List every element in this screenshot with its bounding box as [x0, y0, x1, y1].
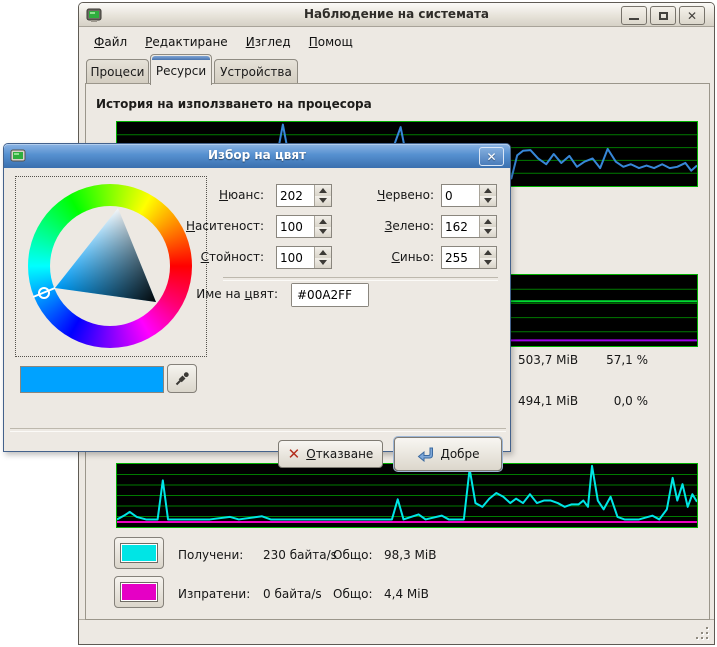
- color-picker-dialog: Избор на цвят ✕: [3, 143, 511, 452]
- close-icon: ✕: [687, 10, 697, 22]
- cpu-section-title: История на използването на процесора: [96, 97, 372, 111]
- received-total-value: 98,3 MiB: [384, 548, 436, 562]
- red-input[interactable]: [442, 185, 479, 206]
- ok-icon: [416, 446, 434, 462]
- red-up-button[interactable]: [480, 185, 496, 196]
- menu-view[interactable]: Изглед: [237, 32, 300, 52]
- dialog-close-button[interactable]: ✕: [479, 147, 504, 166]
- sent-label: Изпратени:: [178, 587, 250, 601]
- received-total-label: Общо:: [333, 548, 373, 562]
- dialog-title: Избор на цвят: [4, 148, 510, 162]
- received-rate: 230 байта/s: [263, 548, 337, 562]
- red-down-button[interactable]: [480, 196, 496, 207]
- tab-devices[interactable]: Устройства: [214, 59, 298, 85]
- cancel-button[interactable]: ✕ Отказване: [278, 440, 383, 468]
- main-titlebar[interactable]: Наблюдение на системата ✕: [79, 3, 714, 27]
- resize-grip[interactable]: [696, 627, 708, 639]
- sent-total-value: 4,4 MiB: [384, 587, 429, 601]
- memory-used-percent: 57,1 %: [599, 353, 648, 367]
- swap-used-percent: 0,0 %: [599, 394, 648, 408]
- received-color-swatch: [120, 543, 158, 563]
- desktop: Наблюдение на системата ✕ Файл Редактира…: [0, 0, 717, 647]
- menu-file[interactable]: Файл: [85, 32, 136, 52]
- red-spinbox: [441, 184, 497, 207]
- eyedropper-icon: [174, 371, 190, 387]
- menubar: Файл Редактиране Изглед Помощ: [85, 30, 362, 53]
- received-label: Получени:: [178, 548, 243, 562]
- red-label: Червено:: [334, 188, 434, 202]
- green-down-button[interactable]: [480, 227, 496, 238]
- sent-rate: 0 байта/s: [263, 587, 322, 601]
- dialog-body: Нюанс: Наситеност: Стойност:: [4, 168, 510, 451]
- green-up-button[interactable]: [480, 216, 496, 227]
- color-name-label: Име на цвят:: [174, 287, 278, 301]
- maximize-icon: [659, 12, 668, 20]
- color-name-input[interactable]: [292, 284, 368, 306]
- network-history-chart: [116, 463, 698, 528]
- blue-down-button[interactable]: [480, 258, 496, 269]
- window-title: Наблюдение на системата: [79, 7, 714, 21]
- color-preview: [20, 366, 164, 393]
- green-spinbox: [441, 215, 497, 238]
- maximize-button[interactable]: [650, 6, 676, 25]
- minimize-button[interactable]: [621, 6, 647, 25]
- menu-help[interactable]: Помощ: [300, 32, 362, 52]
- action-separator: [10, 428, 506, 432]
- dialog-titlebar[interactable]: Избор на цвят ✕: [4, 144, 510, 168]
- dialog-close-icon: ✕: [486, 151, 496, 163]
- blue-input[interactable]: [442, 247, 479, 268]
- tab-resources[interactable]: Ресурси: [150, 54, 212, 85]
- ok-button[interactable]: Добре: [394, 437, 502, 471]
- tab-processes[interactable]: Процеси: [86, 59, 149, 85]
- sent-color-swatch: [120, 582, 158, 602]
- sent-total-label: Общо:: [333, 587, 373, 601]
- close-button[interactable]: ✕: [679, 6, 705, 25]
- menu-edit[interactable]: Редактиране: [136, 32, 237, 52]
- green-label: Зелено:: [334, 219, 434, 233]
- swap-used-value: 494,1 MiB: [518, 394, 578, 408]
- color-name-entry-box: [291, 283, 369, 307]
- blue-label: Синьо:: [334, 250, 434, 264]
- blue-up-button[interactable]: [480, 247, 496, 258]
- statusbar: [79, 619, 714, 644]
- sent-color-button[interactable]: [114, 576, 164, 608]
- eyedropper-button[interactable]: [167, 364, 197, 393]
- minimize-icon: [629, 18, 639, 20]
- green-input[interactable]: [442, 216, 479, 237]
- fields-separator: [223, 277, 498, 281]
- cancel-icon: ✕: [288, 447, 301, 462]
- blue-spinbox: [441, 246, 497, 269]
- memory-used-value: 503,7 MiB: [518, 353, 578, 367]
- received-color-button[interactable]: [114, 537, 164, 569]
